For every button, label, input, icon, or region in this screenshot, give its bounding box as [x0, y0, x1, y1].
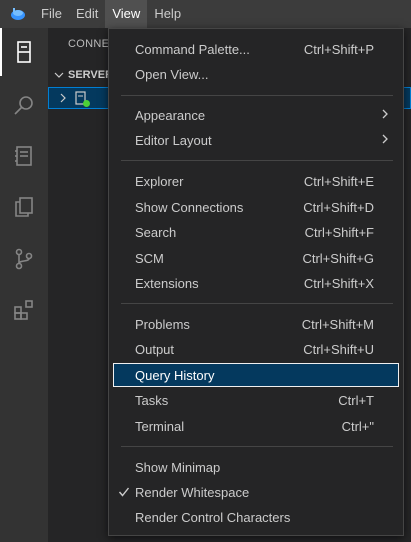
menu-file[interactable]: File: [34, 0, 69, 28]
menu-separator: [121, 446, 393, 447]
menu-item-label: Explorer: [135, 173, 184, 189]
menu-item-problems[interactable]: Problems Ctrl+Shift+M: [113, 312, 399, 336]
menu-item-shortcut: Ctrl+Shift+D: [303, 199, 374, 215]
menu-item-render-whitespace[interactable]: Render Whitespace: [113, 480, 399, 504]
menu-item-shortcut: Ctrl+": [341, 418, 374, 434]
menu-separator: [121, 303, 393, 304]
chevron-down-icon: [54, 72, 64, 78]
menu-bar: File Edit View Help: [0, 0, 411, 28]
menu-item-explorer[interactable]: Explorer Ctrl+Shift+E: [113, 169, 399, 193]
menu-item-label: Open View...: [135, 66, 209, 82]
menu-separator: [121, 95, 393, 96]
menu-item-label: Tasks: [135, 392, 169, 408]
menu-item-show-connections[interactable]: Show Connections Ctrl+Shift+D: [113, 195, 399, 219]
connections-icon[interactable]: [0, 28, 48, 76]
menu-item-appearance[interactable]: Appearance: [113, 103, 399, 127]
menu-item-label: Editor Layout: [135, 132, 212, 148]
menu-item-label: Render Control Characters: [135, 509, 291, 525]
menu-item-label: SCM: [135, 250, 164, 266]
source-control-icon[interactable]: [0, 235, 48, 283]
menu-item-shortcut: Ctrl+Shift+P: [303, 41, 374, 57]
menu-item-label: Extensions: [135, 275, 199, 291]
app-logo-icon[interactable]: [6, 0, 30, 28]
menu-item-shortcut: Ctrl+Shift+X: [303, 275, 374, 291]
menu-item-show-minimap[interactable]: Show Minimap: [113, 455, 399, 479]
servers-section-label: SERVER: [68, 69, 114, 81]
menu-item-editor-layout[interactable]: Editor Layout: [113, 128, 399, 152]
menu-item-shortcut: Ctrl+Shift+F: [304, 224, 374, 240]
menu-item-tasks[interactable]: Tasks Ctrl+T: [113, 388, 399, 412]
menu-edit[interactable]: Edit: [69, 0, 105, 28]
menu-item-shortcut: Ctrl+Shift+M: [301, 316, 374, 332]
menu-item-label: Problems: [135, 316, 190, 332]
notebooks-icon[interactable]: [0, 132, 48, 180]
menu-separator: [121, 160, 393, 161]
check-icon: [118, 487, 130, 497]
menu-item-shortcut: Ctrl+Shift+U: [303, 341, 374, 357]
search-icon[interactable]: [0, 81, 48, 129]
menu-item-extensions[interactable]: Extensions Ctrl+Shift+X: [113, 271, 399, 295]
menu-item-shortcut: Ctrl+Shift+G: [302, 250, 374, 266]
menu-item-open-view[interactable]: Open View...: [113, 62, 399, 86]
menu-item-render-control-characters[interactable]: Render Control Characters: [113, 505, 399, 529]
menu-item-label: Show Minimap: [135, 459, 221, 475]
menu-item-shortcut: Ctrl+Shift+E: [303, 173, 374, 189]
menu-item-label: Query History: [135, 367, 215, 383]
menu-item-scm[interactable]: SCM Ctrl+Shift+G: [113, 246, 399, 270]
view-menu-dropdown: Command Palette... Ctrl+Shift+P Open Vie…: [108, 28, 404, 536]
menu-item-query-history[interactable]: Query History: [113, 363, 399, 387]
menu-item-label: Command Palette...: [135, 41, 250, 57]
menu-item-label: Terminal: [135, 418, 185, 434]
menu-item-label: Render Whitespace: [135, 484, 250, 500]
menu-item-command-palette[interactable]: Command Palette... Ctrl+Shift+P: [113, 37, 399, 61]
menu-item-label: Search: [135, 224, 177, 240]
menu-item-label: Show Connections: [135, 199, 244, 215]
menu-item-label: Output: [135, 341, 175, 357]
submenu-chevron-icon: [382, 109, 388, 119]
menu-view[interactable]: View: [105, 0, 148, 28]
server-icon: [75, 91, 90, 107]
menu-item-label: Appearance: [135, 107, 206, 123]
menu-item-shortcut: Ctrl+T: [338, 392, 374, 408]
menu-item-output[interactable]: Output Ctrl+Shift+U: [113, 337, 399, 361]
chevron-right-icon[interactable]: [59, 93, 67, 103]
menu-item-terminal[interactable]: Terminal Ctrl+": [113, 414, 399, 438]
activity-bar: [0, 28, 48, 542]
explorer-icon[interactable]: [0, 183, 48, 231]
connected-status-icon: [83, 100, 90, 107]
menu-help[interactable]: Help: [147, 0, 188, 28]
menu-item-search[interactable]: Search Ctrl+Shift+F: [113, 220, 399, 244]
submenu-chevron-icon: [382, 134, 388, 144]
extensions-icon[interactable]: [0, 286, 48, 334]
